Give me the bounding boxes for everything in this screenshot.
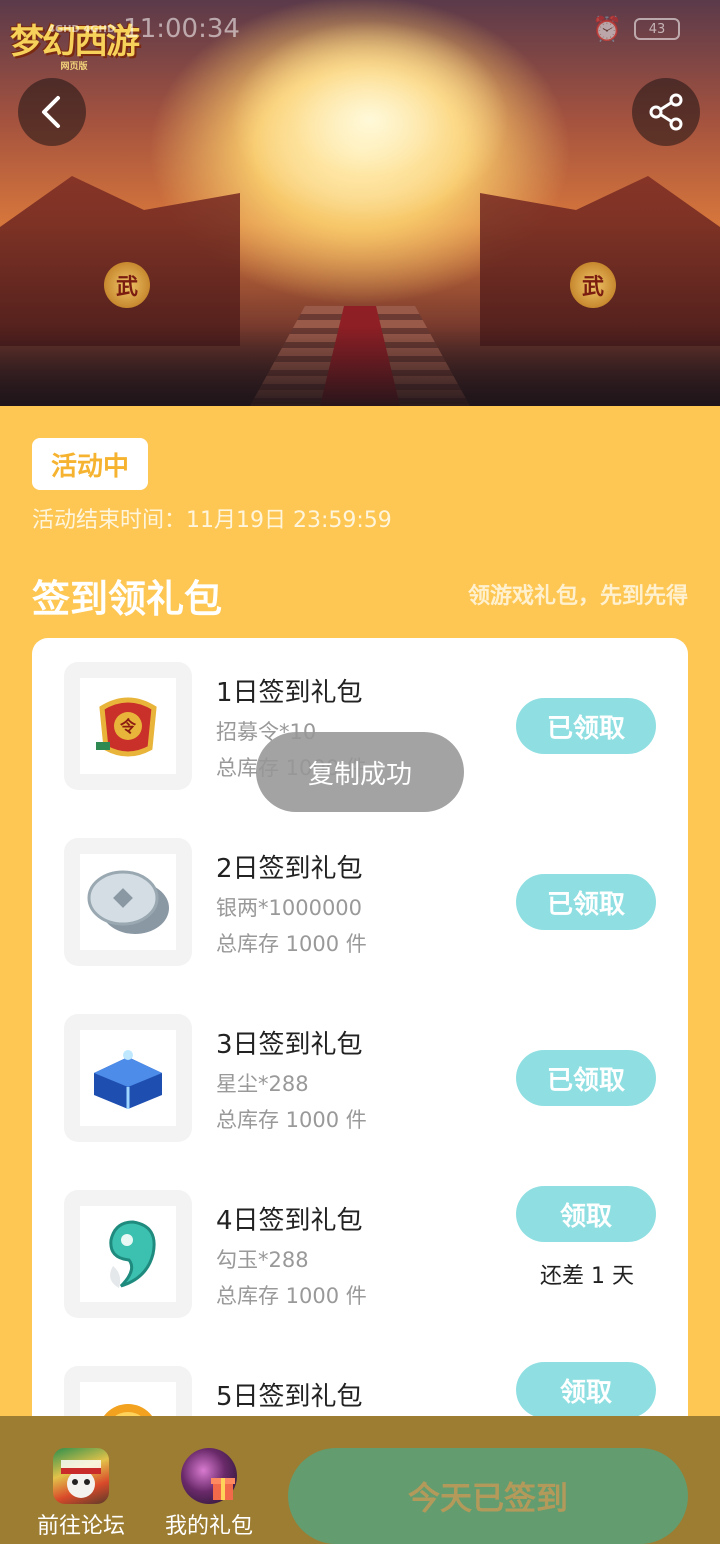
drum-left: 武 [104, 262, 150, 308]
forum-link[interactable]: 前往论坛 [26, 1438, 136, 1540]
gift-thumb [64, 838, 192, 966]
gift-stock: 总库存 1000 件 [216, 1108, 367, 1132]
silver-coin-icon [87, 870, 169, 934]
alarm-icon: ⏰ [592, 15, 622, 43]
magatama-icon [109, 1220, 156, 1288]
gift-name: 5日签到礼包 [216, 1382, 363, 1412]
section-hint: 领游戏礼包，先到先得 [467, 584, 688, 609]
drum-right: 武 [570, 262, 616, 308]
gift-stock: 总库存 1000 件 [216, 1284, 367, 1308]
gift-name: 3日签到礼包 [216, 1030, 363, 1060]
svg-text:令: 令 [119, 717, 137, 736]
gift-stock: 总库存 1000 件 [216, 932, 367, 956]
gift-desc: 银两*1000000 [216, 896, 363, 920]
back-button[interactable] [18, 78, 86, 146]
claimed-button[interactable]: 已领取 [516, 874, 656, 930]
gift-thumb: 令 [64, 662, 192, 790]
activity-status-tag: 活动中 [32, 438, 148, 490]
gift-row: 4日签到礼包 勾玉*288 总库存 1000 件 领取 还差 1 天 [32, 1166, 688, 1342]
share-icon [649, 93, 683, 131]
forum-label: 前往论坛 [36, 1514, 125, 1539]
gift-desc: 勾玉*288 [216, 1248, 309, 1272]
activity-end-time: 活动结束时间：11月19日 23:59:59 [32, 508, 392, 533]
section-title: 签到领礼包 [32, 577, 223, 621]
forum-icon [53, 1448, 109, 1504]
gift-name: 2日签到礼包 [216, 854, 363, 884]
gift-row: 3日签到礼包 星尘*288 总库存 1000 件 已领取 [32, 990, 688, 1166]
status-time: 11:00:34 [123, 14, 240, 44]
claimed-button[interactable]: 已领取 [516, 698, 656, 754]
chevron-left-icon [42, 96, 60, 128]
copy-success-toast: 复制成功 [256, 732, 464, 812]
palace-right [480, 176, 720, 346]
battery-icon: 43 [634, 18, 680, 40]
claim-remaining: 还差 1 天 [540, 1264, 634, 1289]
gift-thumb [64, 1014, 192, 1142]
gift-thumb [64, 1190, 192, 1318]
status-right: ⏰ 43 [592, 15, 680, 43]
gift-desc: 星尘*288 [216, 1072, 309, 1096]
status-bar: 4GHD 4GHD 11:00:34 ⏰ 43 [48, 12, 680, 46]
recruit-token-icon: 令 [96, 697, 157, 757]
signed-today-button[interactable]: 今天已签到 [288, 1448, 688, 1544]
my-gifts-label: 我的礼包 [164, 1514, 253, 1539]
my-gifts-link[interactable]: 我的礼包 [154, 1438, 264, 1540]
claimed-button[interactable]: 已领取 [516, 1050, 656, 1106]
gift-name: 4日签到礼包 [216, 1206, 363, 1236]
stardust-box-icon [94, 1050, 162, 1109]
dragon-glow [230, 20, 510, 220]
network-indicator: 4GHD 4GHD [48, 23, 116, 35]
claim-button[interactable]: 领取 [516, 1186, 656, 1242]
gift-row: 2日签到礼包 银两*1000000 总库存 1000 件 已领取 [32, 814, 688, 990]
gift-box-icon [181, 1448, 237, 1504]
claim-button[interactable]: 领取 [516, 1362, 656, 1418]
crowd-shade [0, 326, 720, 406]
share-button[interactable] [632, 78, 700, 146]
palace-left [0, 176, 240, 346]
gift-name: 1日签到礼包 [216, 678, 363, 708]
